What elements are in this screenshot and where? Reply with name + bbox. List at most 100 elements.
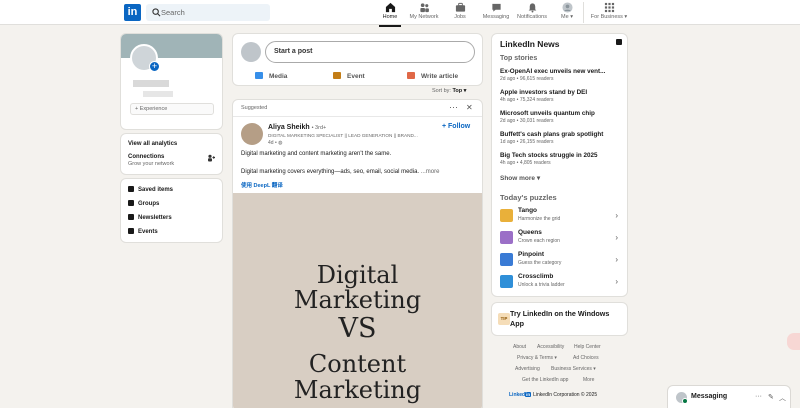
tip-text[interactable]: Try LinkedIn on the Windows App [510, 309, 620, 329]
puzzle-sub: Guess the category [518, 260, 562, 266]
start-post-input[interactable]: Start a post [265, 41, 475, 63]
nav-home[interactable]: Home [379, 2, 401, 27]
grid-icon [604, 2, 614, 13]
nav-messaging-label: Messaging [482, 14, 510, 20]
messaging-overlay[interactable]: Messaging ··· ✎ ︿ [668, 386, 790, 408]
post-author-avatar[interactable] [241, 123, 263, 145]
chevron-right-icon: › [615, 233, 618, 242]
event-button[interactable]: Event [333, 72, 365, 80]
footer-accessibility[interactable]: Accessibility [537, 344, 564, 350]
search-placeholder: Search [161, 8, 185, 17]
news-item[interactable]: Microsoft unveils quantum chip 2d ago • 3… [500, 109, 616, 125]
chevron-right-icon: › [615, 277, 618, 286]
puzzle-tango[interactable]: Tango Harmonize the grid › [500, 206, 618, 226]
post-image[interactable]: Digital Marketing VS Content Marketing [233, 193, 482, 408]
puzzle-crossclimb[interactable]: Crossclimb Unlock a trivia ladder › [500, 272, 618, 292]
post-more-options-icon[interactable]: ··· [449, 102, 458, 112]
home-icon [385, 2, 395, 13]
post-time-text: 4d • [268, 140, 279, 146]
queens-icon [500, 231, 513, 244]
nav-my-network[interactable]: My Network [407, 2, 441, 24]
composer-avatar [241, 42, 261, 62]
post-author-headline: DIGITAL MARKETING SPECIALIST || LEAD GEN… [268, 133, 418, 138]
sort-by[interactable]: Sort by: Top ▾ [432, 88, 466, 94]
windows-app-tip[interactable]: TIP Try LinkedIn on the Windows App [492, 303, 627, 335]
post-divider [233, 116, 482, 117]
footer-ad-choices[interactable]: Ad Choices [573, 355, 599, 361]
puzzle-name: Tango [518, 207, 538, 214]
groups-link[interactable]: Groups [128, 200, 159, 207]
compose-icon[interactable]: ✎ [768, 393, 774, 401]
suggested-label: Suggested [241, 105, 268, 111]
news-item[interactable]: Big Tech stocks struggle in 2025 4h ago •… [500, 151, 616, 167]
add-photo-icon[interactable]: + [149, 61, 160, 72]
newsletters-label: Newsletters [138, 215, 172, 221]
chevron-up-icon[interactable]: ︿ [779, 393, 786, 403]
footer-brand-word: Linked [509, 392, 526, 398]
events-label: Events [138, 229, 158, 235]
nav-home-label: Home [382, 14, 398, 20]
follow-button[interactable]: + Follow [442, 123, 470, 130]
puzzle-name: Crossclimb [518, 273, 554, 280]
footer-help-center[interactable]: Help Center [574, 344, 601, 350]
linkedin-logo[interactable]: in [124, 4, 141, 21]
post-author-name[interactable]: Aliya Sheikh • 3rd+ [268, 124, 326, 131]
footer-advertising[interactable]: Advertising [515, 366, 540, 372]
news-meta: 1d ago • 26,155 readers [500, 139, 554, 145]
footer-more[interactable]: More [583, 377, 594, 383]
info-icon[interactable] [616, 39, 622, 45]
nav-jobs[interactable]: Jobs [452, 2, 468, 24]
avatar [561, 2, 573, 13]
footer-privacy-terms[interactable]: Privacy & Terms ▾ [517, 355, 557, 361]
news-meta: 4h ago • 4,805 readers [500, 160, 551, 166]
footer-about[interactable]: About [513, 344, 526, 350]
puzzles-heading: Today's puzzles [500, 193, 557, 202]
nav-my-network-label: My Network [409, 14, 439, 20]
add-experience-button[interactable]: + Experience [130, 103, 214, 115]
messaging-label[interactable]: Messaging [691, 393, 727, 400]
translate-link[interactable]: 使用 DeepL 翻译 [241, 181, 283, 189]
add-connection-icon[interactable] [207, 154, 215, 162]
search-bar[interactable]: Search [146, 4, 270, 21]
show-more-button[interactable]: Show more ▾ [500, 174, 540, 182]
nav-messaging[interactable]: Messaging [480, 2, 512, 24]
profile-avatar[interactable]: + [130, 44, 160, 72]
post-author-degree: • 3rd+ [311, 125, 327, 131]
view-analytics-link[interactable]: View all analytics [128, 141, 177, 147]
saved-items-link[interactable]: Saved items [128, 186, 173, 193]
puzzle-name: Queens [518, 229, 542, 236]
connections-title[interactable]: Connections [128, 154, 164, 160]
messaging-avatar [676, 392, 688, 404]
puzzle-pinpoint[interactable]: Pinpoint Guess the category › [500, 250, 618, 270]
nav-for-business[interactable]: For Business ▾ [590, 2, 628, 24]
post-close-icon[interactable]: ✕ [466, 103, 473, 112]
nav-me[interactable]: Me ▾ [559, 2, 575, 24]
chevron-right-icon: › [615, 255, 618, 264]
news-headline: Microsoft unveils quantum chip [500, 110, 595, 117]
media-button[interactable]: Media [255, 72, 287, 80]
footer-brand-in: in [525, 392, 532, 397]
footer-business-services[interactable]: Business Services ▾ [551, 366, 596, 372]
nav-notifications-label: Notifications [517, 14, 547, 20]
side-bubble[interactable] [787, 333, 800, 350]
connections-sub[interactable]: Grow your network [128, 161, 174, 167]
news-item[interactable]: Buffett's cash plans grab spotlight 1d ag… [500, 130, 616, 146]
puzzle-queens[interactable]: Queens Crown each region › [500, 228, 618, 248]
puzzle-sub: Harmonize the grid [518, 216, 561, 222]
more-options-icon[interactable]: ··· [755, 393, 762, 400]
analytics-card: View all analytics Connections Grow your… [121, 134, 222, 174]
profile-card: + + Experience [121, 34, 222, 129]
news-item[interactable]: Apple investors stand by DEI 4h ago • 75,… [500, 88, 616, 104]
footer-get-app[interactable]: Get the LinkedIn app [522, 377, 568, 383]
news-item[interactable]: Ex-OpenAI exec unveils new vent... 2d ago… [500, 67, 616, 83]
post-text-line-2: Digital marketing covers everything—ads,… [241, 169, 439, 175]
sort-by-value: Top ▾ [452, 88, 467, 94]
write-article-button[interactable]: Write article [407, 72, 458, 80]
see-more-link[interactable]: ...more [421, 169, 440, 175]
shortcuts-card: Saved items Groups Newsletters Events [121, 179, 222, 242]
nav-notifications[interactable]: Notifications [515, 2, 549, 24]
bookmark-icon [128, 186, 134, 192]
news-headline: Big Tech stocks struggle in 2025 [500, 152, 598, 159]
events-link[interactable]: Events [128, 228, 158, 235]
newsletters-link[interactable]: Newsletters [128, 214, 172, 221]
